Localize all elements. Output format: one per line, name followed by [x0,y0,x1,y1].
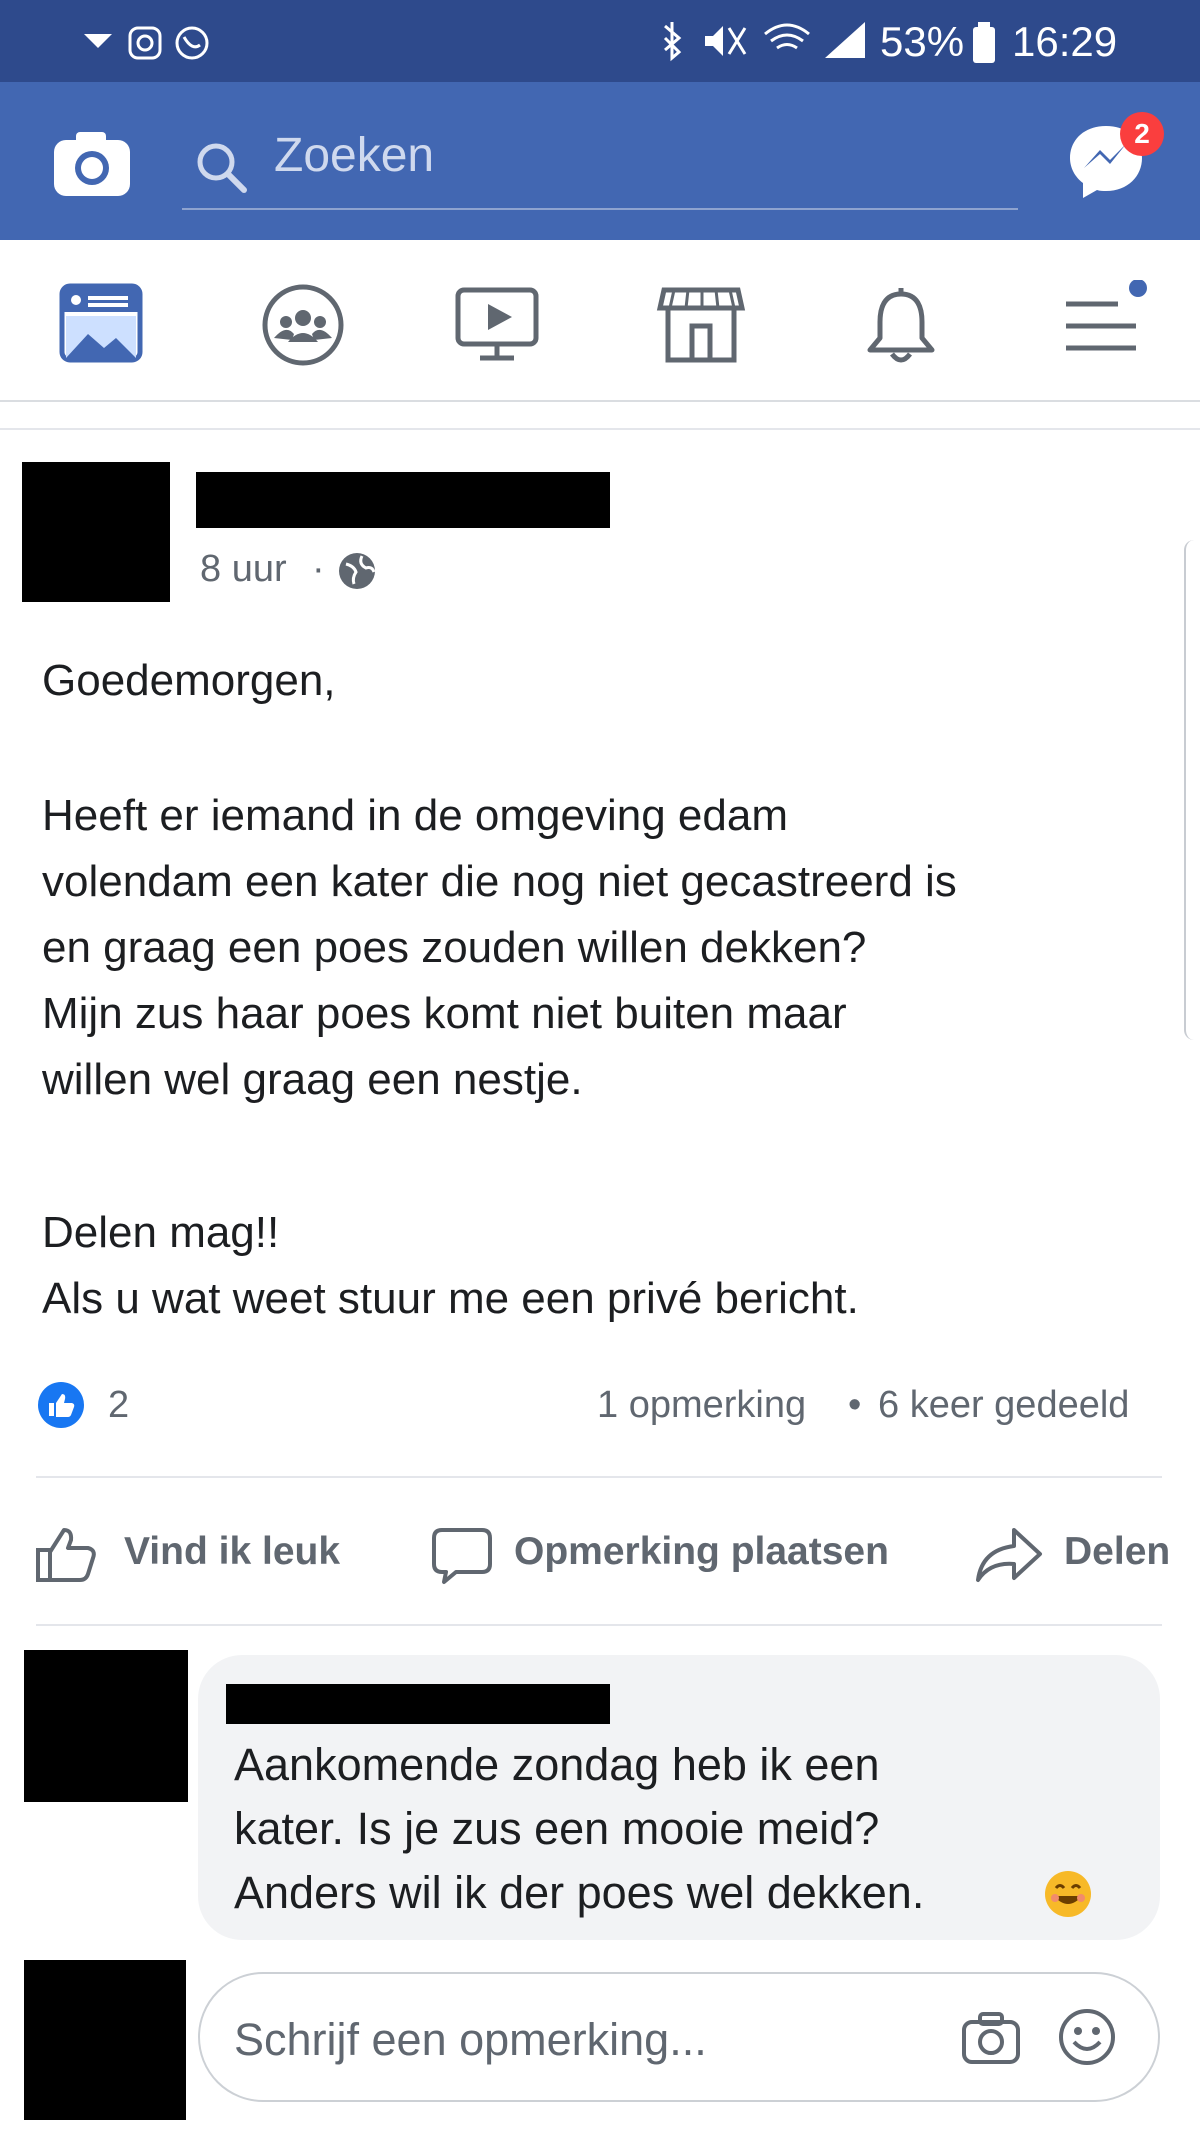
smiling-emoji-icon [1045,1871,1091,1917]
comment-icon[interactable] [430,1526,494,1586]
commenter-name[interactable] [226,1684,610,1724]
search-input[interactable]: Zoeken [274,128,434,183]
public-globe-icon [339,553,376,589]
commenter-avatar[interactable] [24,1650,188,1802]
post-body: Heeft er iemand in de omgeving edam vole… [42,791,957,1104]
comment-text: Aankomende zondag heb ik een kater. Is j… [234,1739,925,1918]
stats-separator: • [848,1384,862,1426]
post-timestamp[interactable]: 8 uur [200,548,287,591]
comment-input[interactable]: Schrijf een opmerking... [234,2014,707,2066]
watch-video-icon[interactable] [452,280,542,370]
search-icon[interactable] [192,138,250,196]
author-name[interactable] [196,472,610,528]
battery-icon [973,22,995,63]
like-reaction-icon[interactable] [36,1380,86,1430]
photo-camera-icon[interactable] [960,2010,1022,2066]
menu-icon[interactable] [1058,280,1148,370]
battery-percentage: 53% [880,18,965,65]
like-count[interactable]: 2 [108,1384,129,1427]
scroll-edge [1184,540,1200,1040]
clock: 16:29 [1012,18,1118,65]
camera-icon[interactable] [52,130,132,198]
messenger-badge: 2 [1120,112,1164,156]
status-bar: 53% 16:29 [0,0,1200,82]
stats-divider [36,1476,1162,1478]
comment-button[interactable]: Opmerking plaatsen [514,1530,889,1574]
like-thumb-icon[interactable] [34,1524,100,1584]
emoji-picker-icon[interactable] [1056,2006,1118,2068]
share-button[interactable]: Delen [1064,1530,1170,1574]
meta-separator: · [312,548,325,590]
status-notification-icons [84,26,209,60]
post-greeting: Goedemorgen, [42,656,336,705]
actions-divider [36,1624,1162,1626]
notifications-bell-icon[interactable] [856,280,946,370]
marketplace-icon[interactable] [656,280,746,370]
comments-count[interactable]: 1 opmerking [597,1384,806,1427]
tab-bar [0,240,1200,402]
news-feed-icon[interactable] [56,280,146,370]
shares-count[interactable]: 6 keer gedeeld [878,1384,1129,1427]
app-header [0,82,1200,240]
post-closing: Delen mag!! Als u wat weet stuur me een … [42,1208,859,1323]
like-button[interactable]: Vind ik leuk [124,1530,340,1574]
share-arrow-icon[interactable] [974,1524,1044,1584]
search-underline [182,208,1018,210]
feed-separator [0,402,1200,430]
current-user-avatar [24,1960,186,2120]
author-avatar[interactable] [22,462,170,602]
status-system-icons [663,22,865,62]
groups-icon[interactable] [258,280,348,370]
